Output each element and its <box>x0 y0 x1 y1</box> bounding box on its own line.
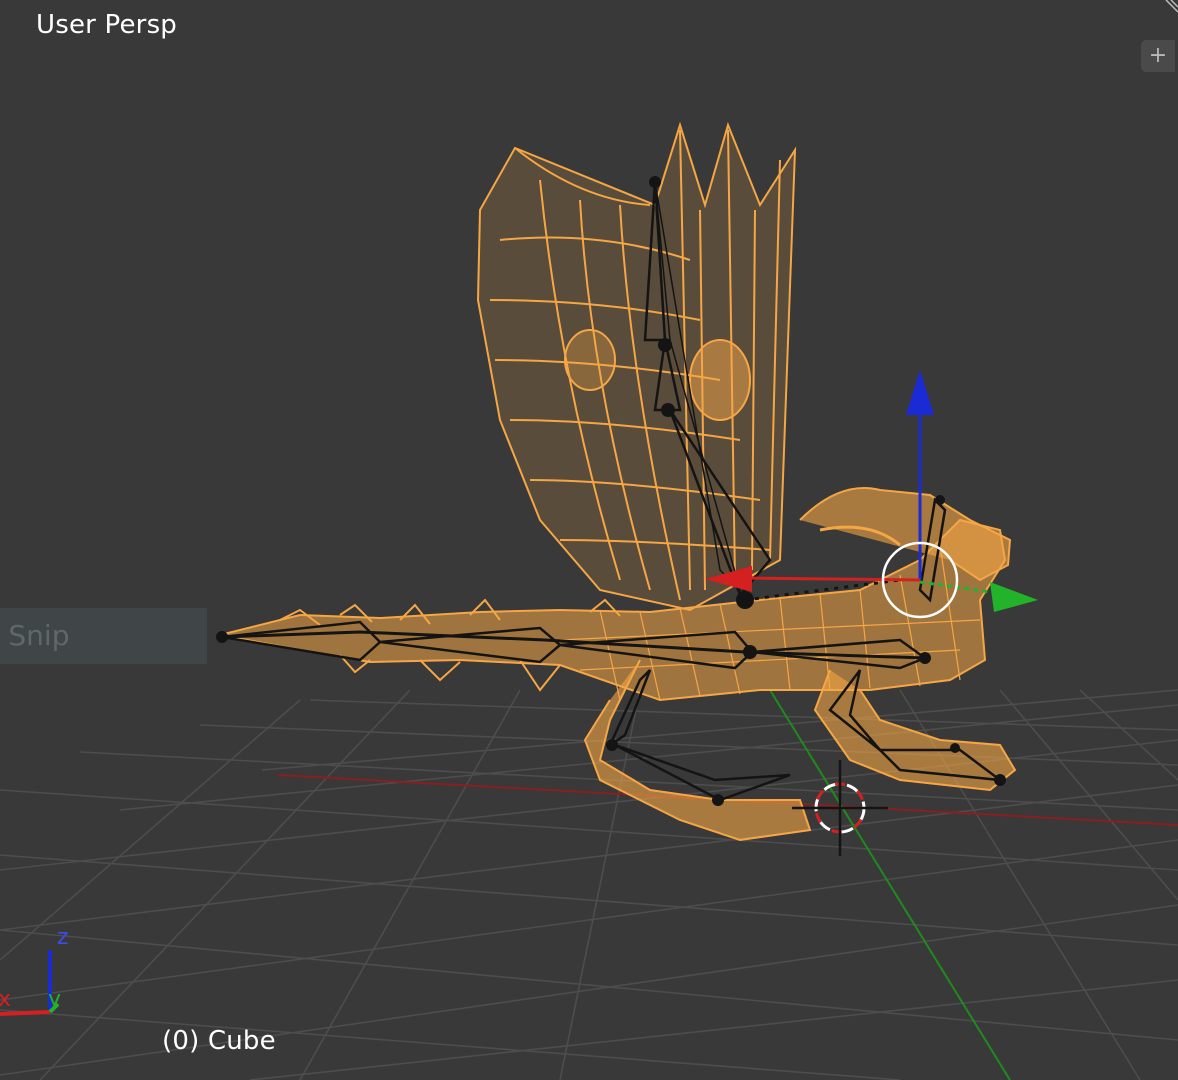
view-mode-label: User Persp <box>36 10 178 40</box>
y-arrow-icon[interactable] <box>990 582 1038 612</box>
axes-gizmo: z x y <box>0 925 69 1016</box>
active-object-label: (0) Cube <box>162 1026 276 1056</box>
3d-viewport[interactable]: z x y User Persp (0) Cube + r Snip <box>0 0 1178 1080</box>
viewport-scene[interactable]: z x y <box>0 0 1178 1080</box>
gizmo-x-label: x <box>0 987 11 1012</box>
plus-icon: + <box>1148 43 1168 68</box>
z-arrow-icon[interactable] <box>906 370 934 415</box>
snipping-tool-overlay: r Snip <box>0 608 207 664</box>
manipulator-x-axis[interactable] <box>744 576 921 582</box>
dragon-mesh-wireframe[interactable] <box>219 121 1017 842</box>
add-region-button[interactable]: + <box>1141 40 1175 72</box>
3d-cursor-icon <box>792 760 888 856</box>
gizmo-z-label: z <box>57 925 69 950</box>
area-split-handle[interactable] <box>1162 0 1178 16</box>
gizmo-y-label: y <box>48 987 61 1012</box>
